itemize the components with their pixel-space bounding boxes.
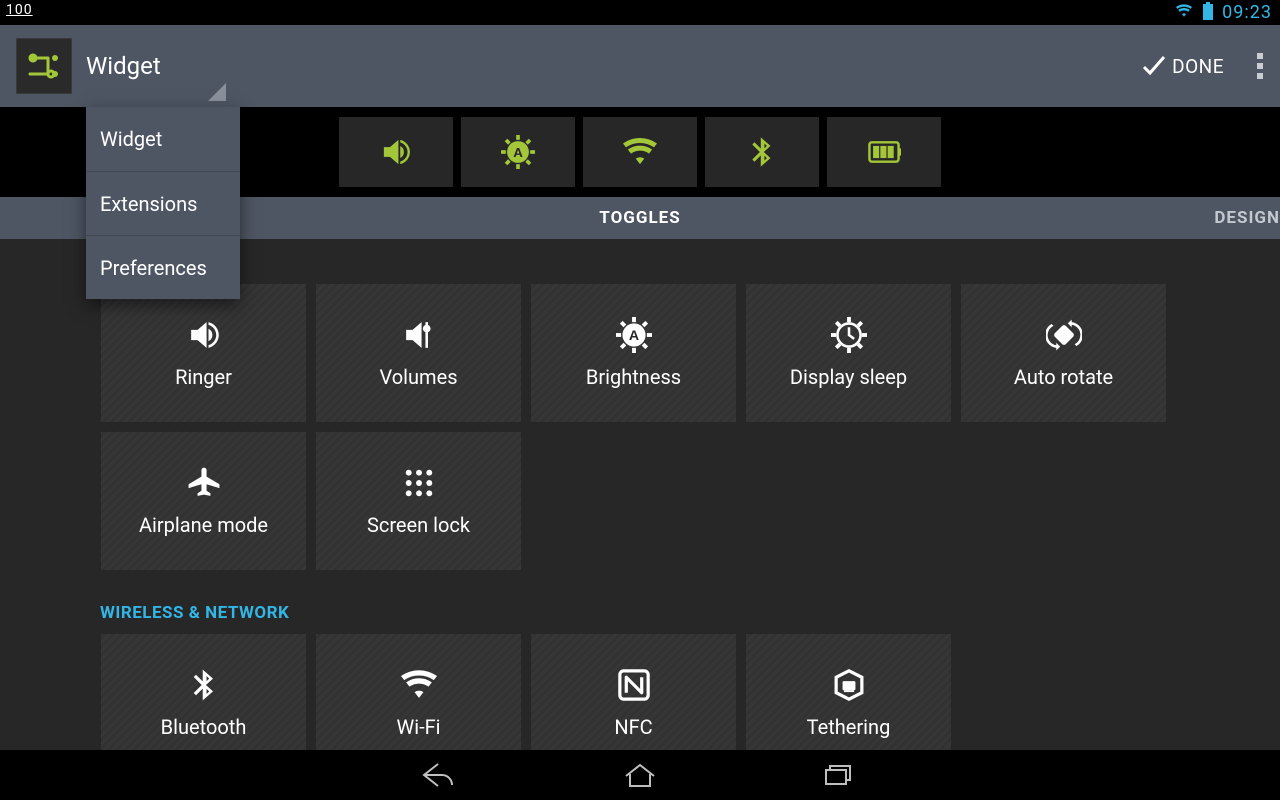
status-clock: 09:23 (1222, 2, 1272, 23)
actionbar-title[interactable]: Widget (86, 52, 161, 80)
toggle-tile-wifi[interactable]: Wi-Fi (315, 633, 522, 750)
tile-label: Screen lock (367, 513, 470, 537)
toggle-tile-nfc[interactable]: NFC (530, 633, 737, 750)
wifi-status-icon (1174, 3, 1194, 23)
tab-toggles[interactable]: TOGGLES (599, 208, 680, 228)
battery-status-icon (1202, 2, 1214, 24)
preview-tile-volume[interactable] (339, 117, 453, 187)
section-title: WIRELESS & NETWORK (100, 603, 1180, 623)
home-button[interactable] (615, 755, 665, 795)
toggle-tile-rotate[interactable]: Auto rotate (960, 283, 1167, 423)
back-button[interactable] (415, 755, 465, 795)
action-bar: Widget DONE (0, 25, 1280, 107)
battery-percent: 100 (6, 2, 33, 18)
tile-label: Volumes (379, 365, 457, 389)
overflow-menu-button[interactable] (1240, 49, 1280, 83)
toggle-tile-lock-dots[interactable]: Screen lock (315, 431, 522, 571)
system-nav-bar (0, 750, 1280, 800)
toggle-tile-bluetooth[interactable]: Bluetooth (100, 633, 307, 750)
toggle-tile-volume[interactable]: Ringer (100, 283, 307, 423)
check-icon (1140, 53, 1166, 79)
main-content: Ringer Volumes Brightness Display sleep Auto… (0, 239, 1280, 750)
toggle-tile-tether[interactable]: Tethering (745, 633, 952, 750)
toggle-tile-brightness-auto[interactable]: Brightness (530, 283, 737, 423)
tile-label: Bluetooth (161, 715, 247, 739)
tile-label: NFC (614, 715, 652, 739)
tile-label: Wi-Fi (396, 715, 440, 739)
done-button[interactable]: DONE (1124, 53, 1240, 79)
dropdown-item-extensions[interactable]: Extensions (86, 171, 240, 235)
spinner-indicator-icon[interactable] (208, 83, 226, 101)
app-icon[interactable] (16, 38, 72, 94)
tab-design[interactable]: DESIGN (1214, 208, 1280, 228)
tile-label: Tethering (807, 715, 891, 739)
tile-label: Ringer (175, 365, 232, 389)
dropdown-item-preferences[interactable]: Preferences (86, 235, 240, 299)
toggle-tile-airplane[interactable]: Airplane mode (100, 431, 307, 571)
recent-apps-button[interactable] (815, 755, 865, 795)
toggle-tile-sliders[interactable]: Volumes (315, 283, 522, 423)
tile-label: Brightness (586, 365, 681, 389)
tile-label: Auto rotate (1014, 365, 1113, 389)
tile-label: Airplane mode (139, 513, 268, 537)
actionbar-dropdown: WidgetExtensionsPreferences (86, 107, 240, 299)
done-label: DONE (1172, 55, 1224, 78)
toggle-tile-sleep[interactable]: Display sleep (745, 283, 952, 423)
preview-tile-brightness-auto[interactable] (461, 117, 575, 187)
preview-tile-bluetooth[interactable] (705, 117, 819, 187)
preview-tile-wifi[interactable] (583, 117, 697, 187)
tile-label: Display sleep (790, 365, 907, 389)
status-bar: 100 09:23 (0, 0, 1280, 25)
dropdown-item-widget[interactable]: Widget (86, 107, 240, 171)
preview-tile-battery[interactable] (827, 117, 941, 187)
